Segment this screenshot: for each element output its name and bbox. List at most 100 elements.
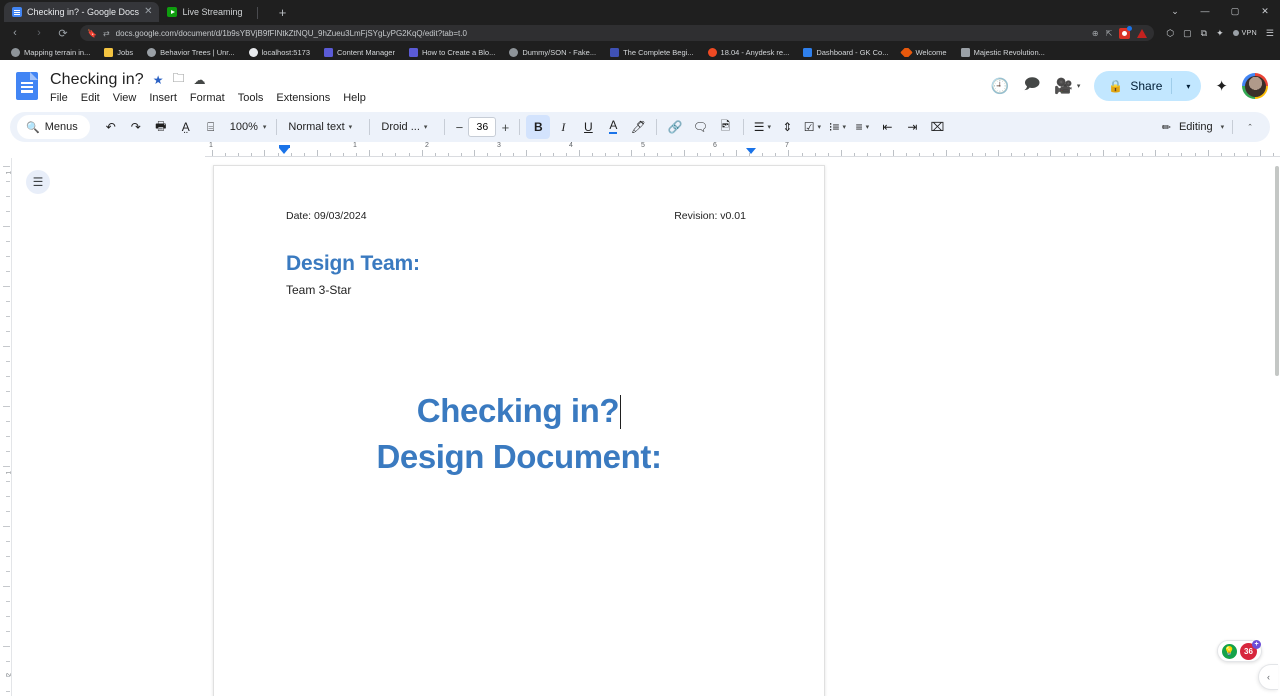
hamburger-menu-icon[interactable]: ☰ [1266,28,1274,39]
suggestion-count-badge[interactable]: 36 + [1240,639,1261,660]
highlight-pen-icon[interactable]: 🖊 [626,115,650,139]
right-indent-marker[interactable] [746,148,756,154]
new-tab-button[interactable]: + [274,5,290,20]
extension-badge-icon[interactable] [1119,25,1133,39]
install-app-icon[interactable]: ⇱ [1106,29,1113,38]
google-docs-logo[interactable] [12,67,42,105]
menus-search-button[interactable]: 🔍 Menus [17,115,90,139]
reload-button[interactable]: ⟳ [54,27,72,40]
print-icon[interactable]: 🖶 [149,115,173,139]
increase-indent-icon[interactable]: ⇥ [900,115,924,139]
hide-toolbar-button[interactable]: ⌃ [1241,123,1259,131]
left-indent-marker[interactable] [279,148,289,154]
lightbulb-icon[interactable]: 💡 [1222,643,1237,659]
share-button[interactable]: 🔒 Share ▾ [1094,71,1202,101]
decrease-indent-icon[interactable]: ⇤ [875,115,899,139]
align-icon[interactable]: ☰ ▾ [750,115,774,139]
checklist-icon[interactable]: ☑ ▾ [800,115,824,139]
forward-button[interactable]: › [30,27,48,39]
share-link-icon[interactable]: ⇄ [103,29,110,38]
bold-button[interactable]: B [526,115,551,139]
bookmark-item[interactable]: Behavior Trees | Unr... [140,47,241,57]
bookmark-item[interactable]: localhost:5173 [242,47,317,57]
chevron-down-icon[interactable]: ▾ [1179,82,1197,91]
redo-icon[interactable]: ↷ [124,115,148,139]
document-title[interactable]: Checking in? [50,71,144,89]
undo-icon[interactable]: ↶ [99,115,123,139]
text-color-button[interactable]: A [601,115,625,139]
line-spacing-icon[interactable]: ⇕ [775,115,799,139]
underline-button[interactable]: U [576,115,600,139]
browser-tab-live-streaming[interactable]: Live Streaming [159,2,249,22]
user-avatar[interactable] [1242,73,1268,99]
sidebar-icon[interactable]: ▢ [1183,28,1192,39]
numbered-list-icon[interactable]: ≡ ▾ [850,115,874,139]
url-text[interactable]: docs.google.com/document/d/1b9sYBVjB9fFI… [116,29,1086,38]
menu-help[interactable]: Help [343,92,366,104]
ruler-tick [6,436,10,437]
document-outline-icon[interactable]: ☰ [26,170,50,194]
sparkle-icon[interactable]: ✦ [1216,28,1224,39]
bookmark-item[interactable]: Jobs [97,47,140,57]
paint-format-icon[interactable]: ⌸ [199,115,223,139]
minimize-button[interactable]: — [1190,0,1220,22]
version-history-icon[interactable]: 🕘 [991,77,1010,95]
star-icon[interactable]: ★ [153,73,164,87]
bookmark-item[interactable]: Content Manager [317,47,402,57]
close-window-button[interactable]: ✕ [1250,0,1280,22]
italic-button[interactable]: I [551,115,575,139]
cloud-saved-icon[interactable]: ☁ [193,73,205,87]
scrollbar-thumb[interactable] [1275,166,1279,376]
bookmark-item[interactable]: 18.04 - Anydesk re... [701,47,797,57]
document-page[interactable]: Date: 09/03/2024 Revision: v0.01 Design … [213,165,825,696]
browser-tab-active[interactable]: Checking in? - Google Docs ✕ [4,2,160,22]
increase-font-size-button[interactable]: + [497,120,513,135]
warning-triangle-icon[interactable] [1137,28,1148,38]
video-camera-icon[interactable]: 🎥 ▾ [1054,77,1080,95]
bookmark-item[interactable]: How to Create a Blo... [402,47,502,57]
editing-mode-selector[interactable]: ✏ Editing ▾ ⌃ [1151,114,1263,140]
vertical-scrollbar[interactable] [1274,158,1280,696]
bookmark-item[interactable]: Dummy/SON - Fake... [502,47,603,57]
clear-formatting-icon[interactable]: ⌧ [925,115,949,139]
spellcheck-icon[interactable]: A̤ [174,115,198,139]
insert-link-icon[interactable]: 🔗 [663,115,687,139]
bookmark-item[interactable]: Dashboard - GK Co... [796,47,895,57]
bookmark-item[interactable]: Majestic Revolution... [954,47,1052,57]
menu-format[interactable]: Format [190,92,225,104]
omnibox[interactable]: 🔖 ⇄ docs.google.com/document/d/1b9sYBVjB… [80,25,1155,41]
bookmark-item[interactable]: The Complete Begi... [603,47,700,57]
screencast-icon[interactable]: ⧉ [1201,28,1207,39]
writing-assistant-widget[interactable]: 💡 36 + [1217,639,1262,662]
move-to-folder-icon[interactable]: 🗀 [172,69,184,90]
maximize-button[interactable]: ▢ [1220,0,1250,22]
back-button[interactable]: ‹ [6,27,24,39]
font-size-input[interactable]: 36 [468,117,497,137]
menu-file[interactable]: File [50,92,68,104]
add-comment-icon[interactable]: 🗨 [688,115,712,139]
close-icon[interactable]: ✕ [144,7,152,17]
zoom-in-icon[interactable]: ⊕ [1092,29,1099,38]
chevron-down-icon[interactable]: ▾ [1077,82,1081,90]
bookmark-item[interactable]: Welcome [895,47,953,57]
decrease-font-size-button[interactable]: − [451,120,467,135]
bulleted-list-icon[interactable]: ⁝≡ ▾ [825,115,849,139]
bookmark-icon[interactable]: 🔖 [87,29,97,38]
split-view-icon[interactable]: ⬡ [1166,28,1174,39]
insert-image-icon[interactable]: 🖻 [713,115,737,139]
vpn-indicator[interactable]: VPN [1232,30,1257,37]
collapse-panel-button[interactable]: ‹ [1258,664,1278,690]
bookmark-item[interactable]: Mapping terrain in... [4,47,97,57]
menu-insert[interactable]: Insert [149,92,177,104]
menu-view[interactable]: View [113,92,137,104]
tab-title: Live Streaming [182,7,243,17]
menu-extensions[interactable]: Extensions [276,92,330,104]
menu-tools[interactable]: Tools [238,92,264,104]
menu-edit[interactable]: Edit [81,92,100,104]
chevron-down-icon[interactable]: ⌄ [1160,0,1190,22]
font-family-selector[interactable]: Droid ... ▾ [376,115,438,139]
zoom-selector[interactable]: 100% ▾ [224,115,271,139]
comment-icon[interactable]: 🗩 [1024,74,1041,99]
gemini-sparkle-icon[interactable]: ✦ [1215,77,1228,95]
paragraph-style-selector[interactable]: Normal text ▾ [283,115,363,139]
